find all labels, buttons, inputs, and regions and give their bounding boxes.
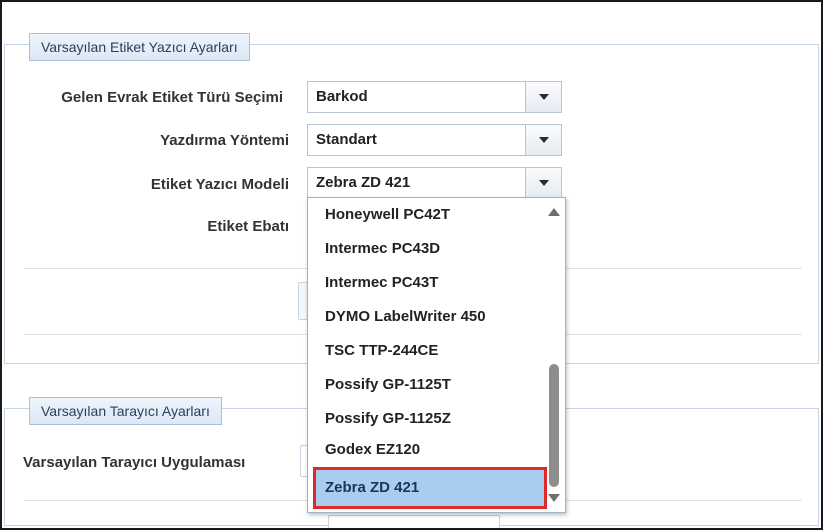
scanner-panel-action-button[interactable] xyxy=(328,515,500,530)
label-label-size: Etiket Ebatı xyxy=(207,218,289,235)
scroll-down-arrow-icon[interactable] xyxy=(548,494,560,502)
label-scanner-app: Varsayılan Tarayıcı Uygulaması xyxy=(23,454,246,471)
printer-model-dropdown-button[interactable] xyxy=(525,168,561,198)
chevron-down-icon xyxy=(538,94,549,100)
label-printer-model: Etiket Yazıcı Modeli xyxy=(150,176,289,193)
label-type-dropdown-button[interactable] xyxy=(525,82,561,112)
chevron-down-icon xyxy=(538,137,549,143)
scroll-up-arrow-icon[interactable] xyxy=(548,208,560,216)
dropdown-option[interactable]: Intermec PC43D xyxy=(316,232,544,266)
label-type-value: Barkod xyxy=(316,88,368,105)
dropdown-option-selected[interactable]: Zebra ZD 421 xyxy=(313,467,547,509)
scrollbar-thumb[interactable] xyxy=(549,364,559,487)
printer-settings-legend: Varsayılan Etiket Yazıcı Ayarları xyxy=(29,33,250,61)
printer-model-select[interactable]: Zebra ZD 421 xyxy=(307,167,562,199)
dropdown-option[interactable]: Possify GP-1125T xyxy=(316,368,544,402)
dropdown-option[interactable]: Possify GP-1125Z xyxy=(316,402,544,436)
print-method-value: Standart xyxy=(316,131,377,148)
printer-model-dropdown-list[interactable]: Honeywell PC42T Intermec PC43D Intermec … xyxy=(307,197,566,513)
scanner-settings-legend: Varsayılan Tarayıcı Ayarları xyxy=(29,397,222,425)
chevron-down-icon xyxy=(538,180,549,186)
dropdown-option[interactable]: Godex EZ120 xyxy=(316,433,544,467)
dropdown-option[interactable]: Intermec PC43T xyxy=(316,266,544,300)
dropdown-option[interactable]: Honeywell PC42T xyxy=(316,198,544,232)
label-type-select[interactable]: Barkod xyxy=(307,81,562,113)
print-method-select[interactable]: Standart xyxy=(307,124,562,156)
label-print-method: Yazdırma Yöntemi xyxy=(160,132,289,149)
dropdown-option[interactable]: TSC TTP-244CE xyxy=(316,334,544,368)
label-label-type: Gelen Evrak Etiket Türü Seçimi xyxy=(61,89,283,106)
printer-model-value: Zebra ZD 421 xyxy=(316,174,411,191)
dropdown-scrollbar[interactable] xyxy=(546,204,562,506)
dropdown-option[interactable]: DYMO LabelWriter 450 xyxy=(316,300,544,334)
print-method-dropdown-button[interactable] xyxy=(525,125,561,155)
